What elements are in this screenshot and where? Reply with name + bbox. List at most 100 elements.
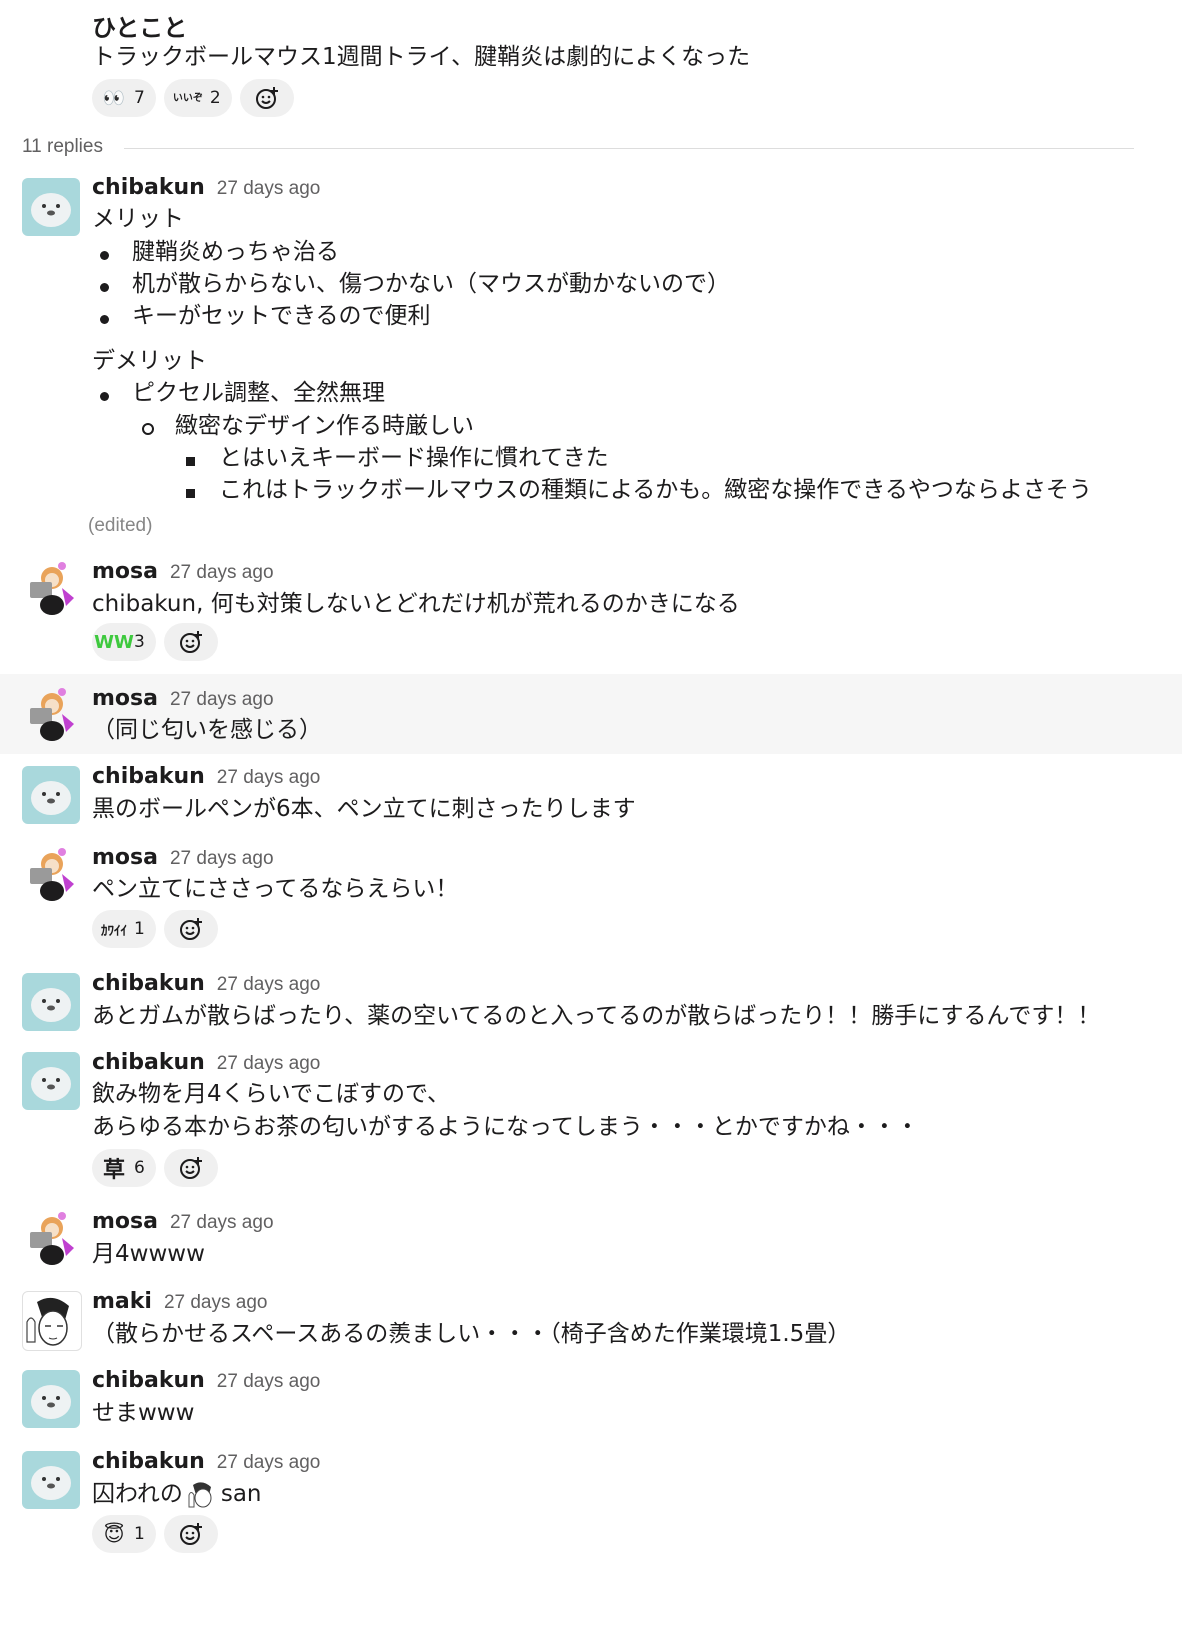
author-name[interactable]: mosa [92,559,158,584]
maki-inline-emoji-icon [188,1482,212,1508]
bullet-dot [100,392,109,401]
timestamp[interactable]: 27 days ago [217,1371,321,1393]
replies-count: 11 replies [22,136,103,157]
bullet-dot [100,315,109,324]
message-header: mosa 27 days ago [92,686,274,711]
section-heading: デメリット [92,348,207,374]
timestamp[interactable]: 27 days ago [217,1053,321,1075]
seal-avatar-icon [31,1067,71,1101]
message-text: （同じ匂いを感じる） [92,717,322,743]
bullet-dot [100,251,109,260]
list-item: 腱鞘炎めっちゃ治る [132,239,339,265]
avatar[interactable] [22,1052,80,1110]
reaction-kusa[interactable]: 草 6 [92,1149,156,1187]
reaction-innocent[interactable]: 😇 1 [92,1515,156,1553]
message-text: ペン立てにささってるならえらい！ [92,876,459,902]
innocent-emoji-icon: 😇 [103,1522,125,1546]
edited-label: (edited) [88,515,153,536]
reaction-kawaii[interactable]: ｶﾜｲｲ 1 [92,910,156,948]
timestamp[interactable]: 27 days ago [164,1292,268,1314]
add-reaction-button[interactable] [163,910,218,948]
add-reaction-button[interactable] [239,79,294,117]
list-item: ピクセル調整、全然無理 [132,380,385,406]
add-emoji-icon [179,918,202,940]
author-name[interactable]: chibakun [92,971,205,996]
message-header: mosa 27 days ago [92,559,274,584]
eyes-emoji-icon: 👀 [102,87,126,109]
author-name[interactable]: chibakun [92,175,205,200]
message-header: chibakun 27 days ago [92,1449,320,1474]
message-header: mosa 27 days ago [92,1209,274,1234]
add-emoji-icon [255,87,278,109]
timestamp[interactable]: 27 days ago [217,974,321,996]
bullet-dot [100,283,109,292]
message-text-line2: あらゆる本からお茶の匂いがするようになってしまう・・・とかですかね・・・ [92,1114,919,1140]
message-header: maki 27 days ago [92,1289,267,1314]
seal-avatar-icon [31,1466,71,1500]
author-name[interactable]: maki [92,1289,152,1314]
author-name[interactable]: mosa [92,845,158,870]
kawaii-emoji-icon: ｶﾜｲｲ [101,923,127,939]
list-item: 机が散らからない、傷つかない（マウスが動かないので） [132,271,730,297]
author-name[interactable]: chibakun [92,1050,205,1075]
kusa-emoji-icon: 草 [102,1158,125,1183]
message-text: chibakun, 何も対策しないとどれだけ机が荒れるのかきになる [92,591,740,617]
message-header: chibakun 27 days ago [92,971,320,996]
avatar[interactable] [22,1370,80,1428]
add-reaction-button[interactable] [163,1149,218,1187]
bullet-ring [142,423,154,435]
seal-avatar-icon [31,781,71,815]
add-reaction-button[interactable] [163,623,218,661]
parent-author[interactable]: ひとこと [92,8,187,43]
timestamp[interactable]: 27 days ago [170,848,274,870]
author-name[interactable]: chibakun [92,764,205,789]
reaction-iiyo[interactable]: いいぞ 2 [163,79,232,117]
message-header: chibakun 27 days ago [92,1368,320,1393]
timestamp[interactable]: 27 days ago [217,1452,321,1474]
author-name[interactable]: mosa [92,1209,158,1234]
message-text: あとガムが散らばったり、薬の空いてるのと入ってるのが散らばったり！！勝手にするん… [92,1003,1101,1029]
reactions: ｶﾜｲｲ 1 [92,910,218,948]
bullet-square [186,489,195,498]
section-heading: メリット [92,206,184,232]
avatar[interactable] [22,1210,80,1268]
timestamp[interactable]: 27 days ago [170,689,274,711]
timestamp[interactable]: 27 days ago [170,562,274,584]
seal-avatar-icon [31,193,71,227]
message-text: 囚われの san [92,1477,262,1511]
author-name[interactable]: chibakun [92,1449,205,1474]
avatar[interactable] [22,560,80,618]
list-item: 緻密なデザイン作る時厳しい [175,413,474,439]
parent-reactions: 👀 7 いいぞ 2 [92,79,294,117]
timestamp[interactable]: 27 days ago [170,1212,274,1234]
reaction-eyes[interactable]: 👀 7 [92,79,156,117]
reaction-count: 6 [134,1158,145,1178]
message-text-prefix: 囚われの [92,1481,183,1507]
avatar[interactable] [22,686,80,744]
message-text: 月4wwww [92,1241,205,1267]
reaction-count: 2 [209,88,221,108]
avatar[interactable] [22,1451,80,1509]
add-emoji-icon [179,1157,202,1179]
mosa-avatar-icon [30,688,74,741]
message-text: （散らかせるスペースあるの羨ましい・・・（椅子含めた作業環境1.5畳） [92,1321,851,1347]
bullet-square [186,457,195,466]
message-header: chibakun 27 days ago [92,764,320,789]
avatar[interactable] [22,1291,82,1351]
maki-avatar-icon [26,1297,69,1346]
mosa-avatar-icon [30,1212,74,1265]
avatar[interactable] [22,766,80,824]
author-name[interactable]: chibakun [92,1368,205,1393]
author-name[interactable]: mosa [92,686,158,711]
message-text: 黒のボールペンが6本、ペン立てに刺さったりします [92,796,636,822]
timestamp[interactable]: 27 days ago [217,767,321,789]
avatar[interactable] [22,846,80,904]
avatar[interactable] [22,973,80,1031]
avatar[interactable] [22,178,80,236]
message-header: mosa 27 days ago [92,845,274,870]
iiyo-emoji-icon: いいぞ [172,92,203,104]
timestamp[interactable]: 27 days ago [217,178,321,200]
parent-text: トラックボールマウス1週間トライ、腱鞘炎は劇的によくなった [92,44,751,70]
add-reaction-button[interactable] [163,1515,218,1553]
reaction-ww[interactable]: WW 3 [92,623,156,661]
